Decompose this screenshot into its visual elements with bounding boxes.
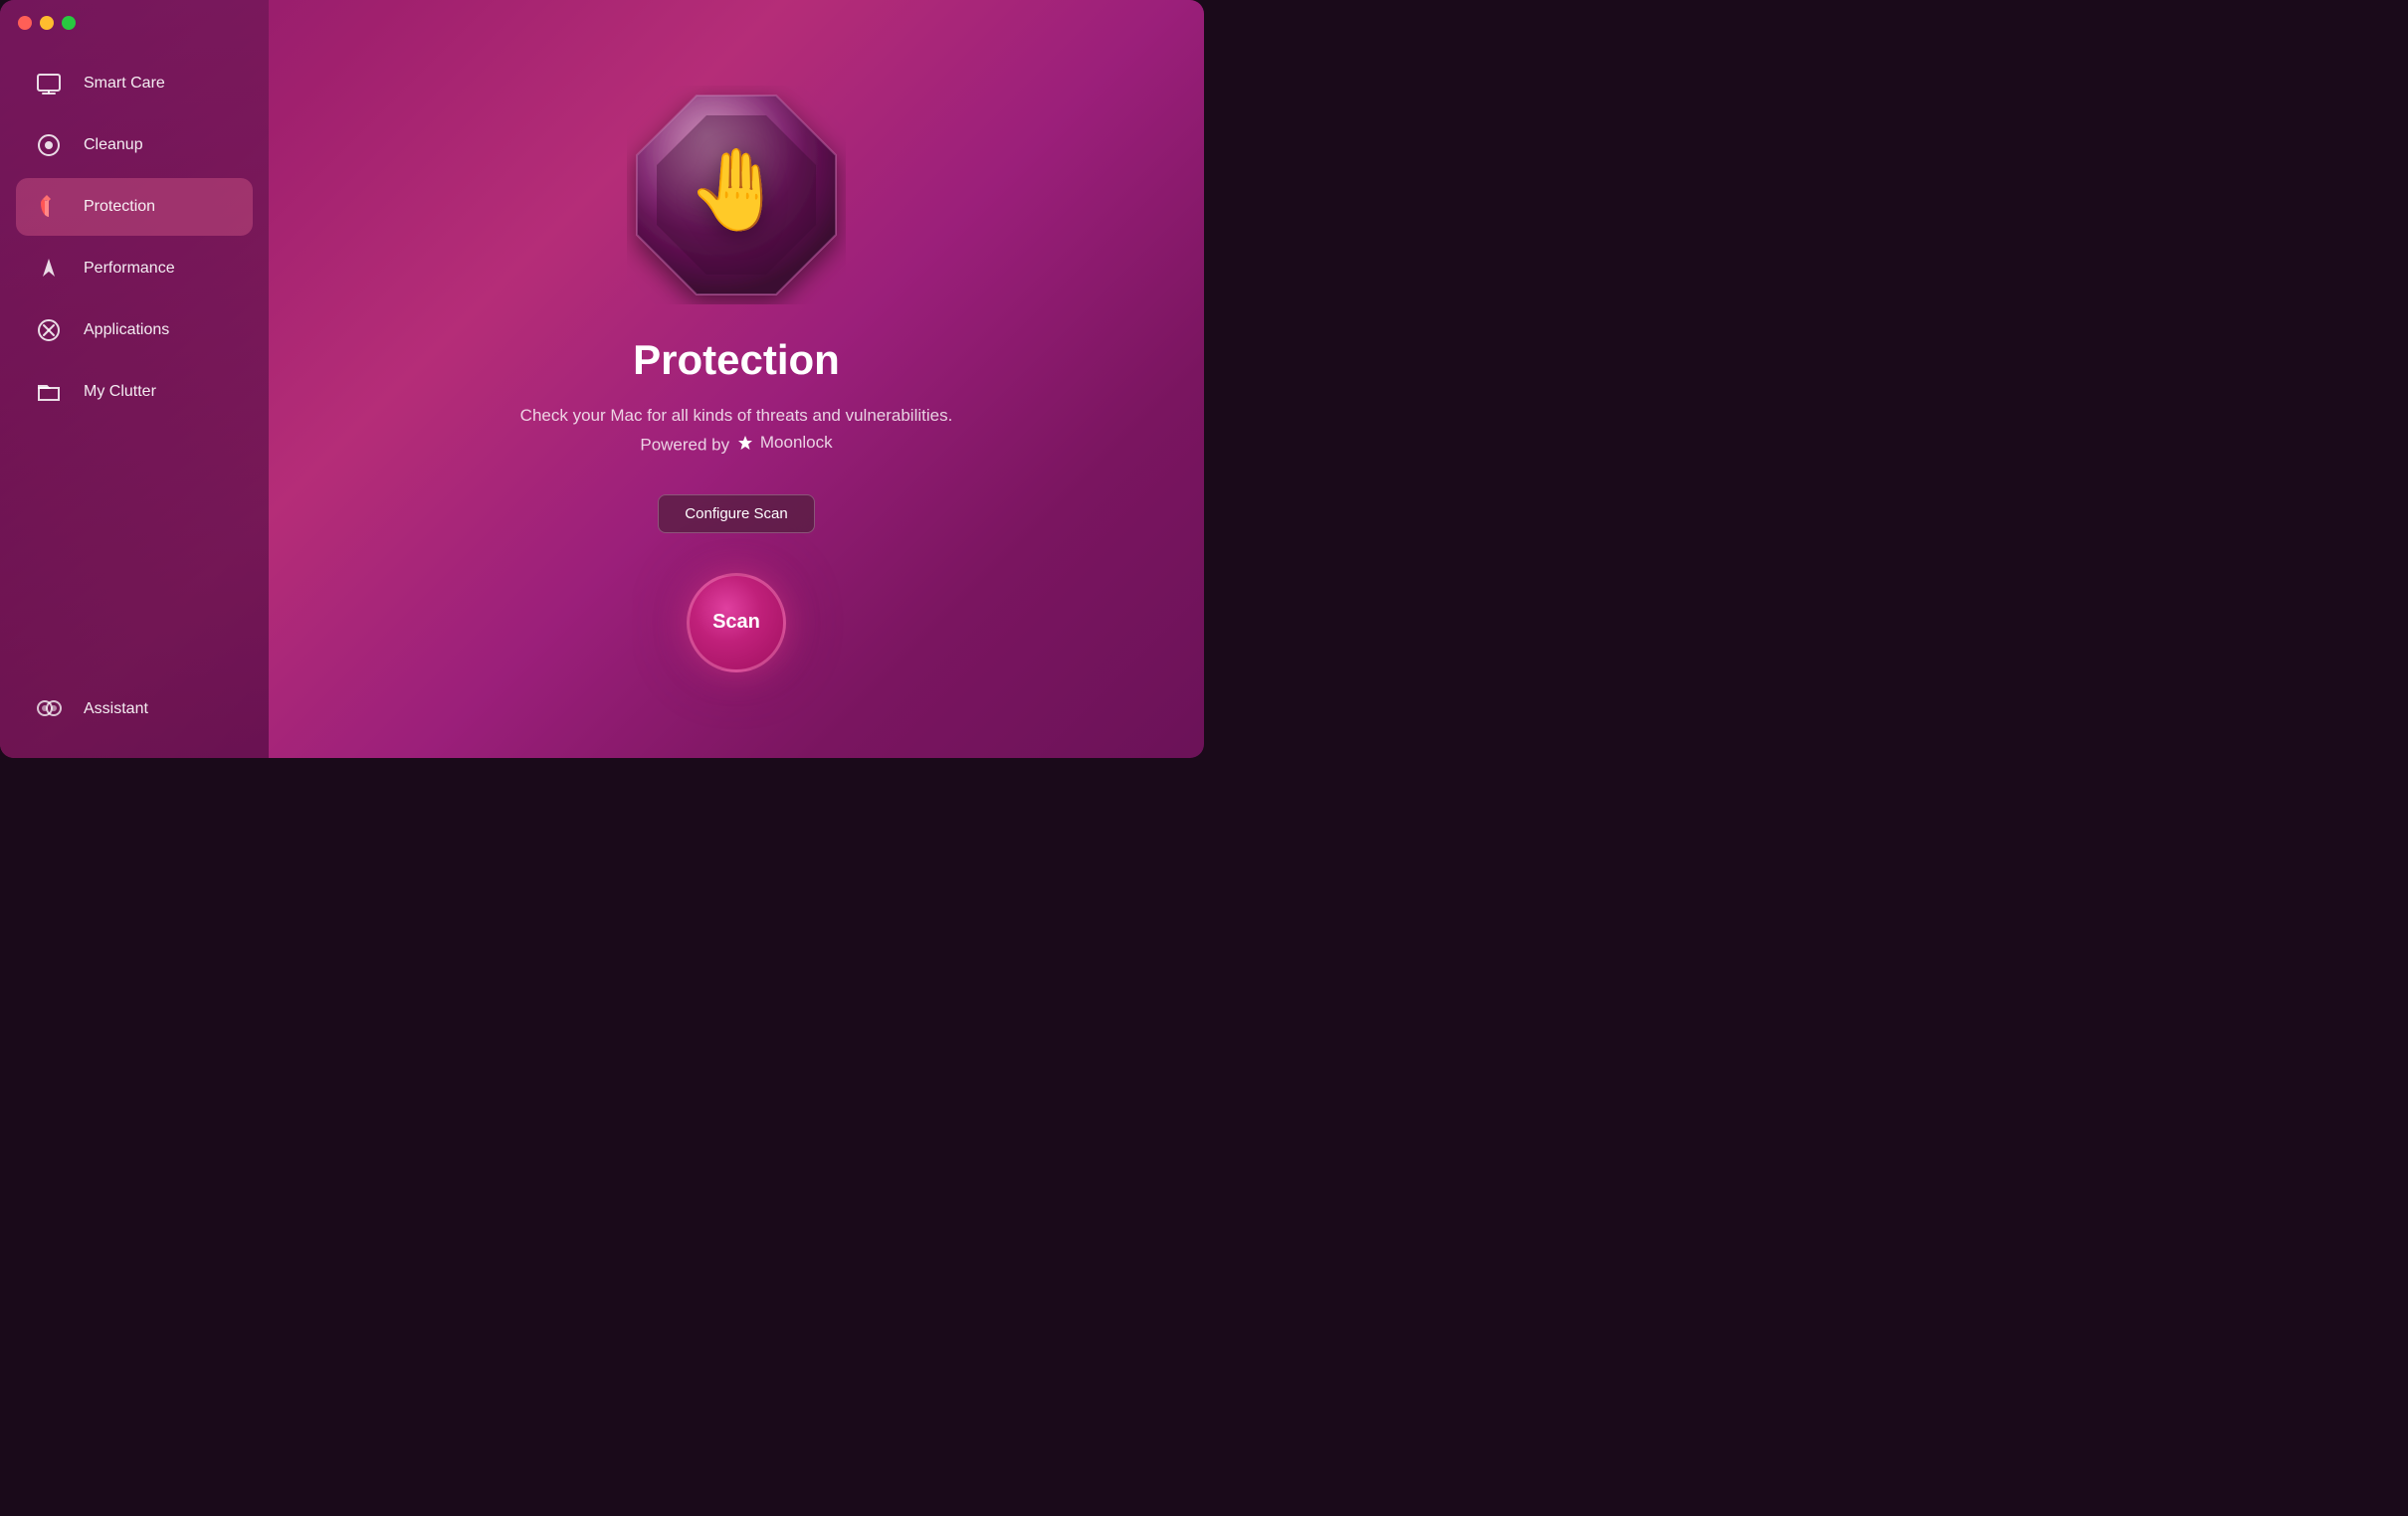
sidebar-item-performance-label: Performance <box>84 260 175 278</box>
cleanup-icon <box>32 128 66 162</box>
page-title: Protection <box>633 336 840 384</box>
performance-icon <box>32 252 66 285</box>
minimize-button[interactable] <box>40 16 54 30</box>
close-button[interactable] <box>18 16 32 30</box>
protection-icon-container: 🤚 <box>627 86 846 304</box>
protection-icon <box>32 190 66 224</box>
assistant-icon <box>32 692 66 726</box>
applications-icon <box>32 313 66 347</box>
app-window: Smart Care Cleanup <box>0 0 1204 758</box>
traffic-lights <box>18 16 76 30</box>
sidebar-item-my-clutter[interactable]: My Clutter <box>16 363 253 421</box>
sidebar-nav: Smart Care Cleanup <box>0 55 269 676</box>
smart-care-icon <box>32 67 66 100</box>
sidebar-item-smart-care-label: Smart Care <box>84 75 165 93</box>
powered-by-text: Powered by <box>640 436 729 455</box>
sidebar-item-applications-label: Applications <box>84 321 169 339</box>
sidebar-item-performance[interactable]: Performance <box>16 240 253 297</box>
hand-icon: 🤚 <box>687 143 786 237</box>
sidebar-item-cleanup-label: Cleanup <box>84 136 143 154</box>
sidebar-item-cleanup[interactable]: Cleanup <box>16 116 253 174</box>
sidebar-item-smart-care[interactable]: Smart Care <box>16 55 253 112</box>
sidebar-item-protection-label: Protection <box>84 198 155 216</box>
scan-button[interactable]: Scan <box>687 573 786 672</box>
sidebar-item-my-clutter-label: My Clutter <box>84 383 156 401</box>
page-description: Check your Mac for all kinds of threats … <box>520 402 953 459</box>
my-clutter-icon <box>32 375 66 409</box>
sidebar-bottom: Assistant <box>0 676 269 738</box>
moonlock-logo: Moonlock <box>734 429 833 456</box>
sidebar: Smart Care Cleanup <box>0 0 269 758</box>
sidebar-item-applications[interactable]: Applications <box>16 301 253 359</box>
sidebar-item-assistant[interactable]: Assistant <box>16 680 253 738</box>
moonlock-name: Moonlock <box>760 429 833 456</box>
sidebar-item-assistant-label: Assistant <box>84 700 148 718</box>
description-line1: Check your Mac for all kinds of threats … <box>520 406 953 425</box>
configure-scan-button[interactable]: Configure Scan <box>658 494 814 533</box>
sidebar-item-protection[interactable]: Protection <box>16 178 253 236</box>
main-content: 🤚 Protection Check your Mac for all kind… <box>269 0 1204 758</box>
maximize-button[interactable] <box>62 16 76 30</box>
protection-octagon: 🤚 <box>627 86 846 304</box>
